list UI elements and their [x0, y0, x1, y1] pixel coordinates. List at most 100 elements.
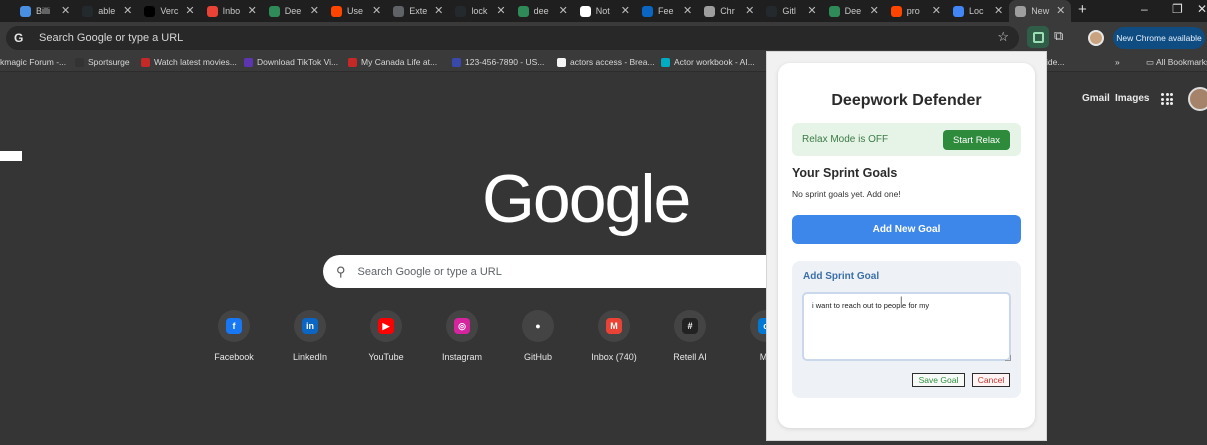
tab-label: Dee	[284, 6, 302, 16]
tab-close-icon[interactable]: ✕	[683, 4, 692, 17]
extensions-puzzle-icon[interactable]: ⧉	[1054, 28, 1063, 44]
tab-close-icon[interactable]: ✕	[870, 4, 879, 17]
tab[interactable]: Not ✕	[574, 0, 636, 22]
new-tab-button[interactable]: +	[1078, 1, 1087, 18]
gmail-link[interactable]: Gmail	[1082, 93, 1110, 104]
shortcut-tile[interactable]: ● GitHub	[500, 310, 576, 362]
textarea-resize-icon[interactable]	[1005, 355, 1011, 361]
all-bookmarks[interactable]: ▭ All Bookmarks	[1146, 57, 1207, 68]
bookmark-item[interactable]: My Canada Life at...	[348, 57, 437, 67]
tab[interactable]: Dee ✕	[823, 0, 885, 22]
start-relax-button[interactable]: Start Relax	[943, 130, 1010, 150]
tab-label: able	[98, 6, 116, 16]
tab-close-icon[interactable]: ✕	[559, 4, 568, 17]
tab[interactable]: Exte ✕	[387, 0, 449, 22]
shortcut-label: LinkedIn	[292, 352, 328, 362]
shortcut-tile[interactable]: ▶ YouTube	[348, 310, 424, 362]
shortcut-label: GitHub	[523, 352, 552, 362]
tab-close-icon[interactable]: ✕	[185, 4, 194, 17]
docs-icon	[953, 5, 964, 17]
tab-close-icon[interactable]: ✕	[61, 4, 70, 17]
bookmark-star-icon[interactable]: ☆	[997, 29, 1009, 45]
tab[interactable]: Verc ✕	[138, 0, 200, 22]
tab[interactable]: New ✕	[1009, 0, 1072, 22]
tab[interactable]: Inbo ✕	[201, 0, 263, 22]
bookmark-label: kmagic Forum -...	[0, 57, 67, 67]
tab[interactable]: pro ✕	[885, 0, 947, 22]
images-link[interactable]: Images	[1115, 93, 1149, 104]
minimize-icon[interactable]: –	[1141, 2, 1148, 16]
google-apps-icon[interactable]	[1161, 93, 1173, 105]
bookmark-overflow-item[interactable]: ide...	[1046, 57, 1064, 67]
github-icon	[82, 5, 94, 17]
shortcut-tile[interactable]: # Retell AI	[652, 310, 728, 362]
tab-label: Loc	[969, 6, 984, 16]
tab-close-icon[interactable]: ✕	[310, 4, 319, 17]
shortcut-label: Facebook	[214, 352, 254, 362]
tab[interactable]: Loc ✕	[947, 0, 1009, 22]
shortcut-tile[interactable]: f Facebook	[196, 310, 272, 362]
new-chrome-available-button[interactable]: New Chrome available	[1113, 27, 1205, 49]
tab[interactable]: Gitl ✕	[760, 0, 822, 22]
notion-icon	[579, 5, 591, 17]
bookmarks-chevron-icon[interactable]: »	[1115, 57, 1120, 67]
tab-close-icon[interactable]: ✕	[807, 4, 816, 17]
bookmark-item[interactable]: Watch latest movies...	[141, 57, 237, 67]
tab-close-icon[interactable]: ✕	[434, 4, 443, 17]
bookmark-item[interactable]: Download TikTok Vi...	[244, 57, 338, 67]
tab-close-icon[interactable]: ✕	[123, 4, 132, 17]
tab[interactable]: Billi ✕	[14, 0, 76, 22]
tab[interactable]: Fee ✕	[636, 0, 698, 22]
shortcut-tile[interactable]: M Inbox (740)	[576, 310, 652, 362]
bookmark-item[interactable]: 123-456-7890 - US...	[452, 57, 544, 67]
bookmark-favicon-icon	[75, 57, 84, 67]
sprint-goals-heading: Your Sprint Goals	[792, 166, 898, 180]
retell-icon: #	[682, 318, 698, 334]
tab-close-icon[interactable]: ✕	[745, 4, 754, 17]
tab-close-icon[interactable]: ✕	[932, 4, 941, 17]
cancel-button[interactable]: Cancel	[972, 373, 1010, 387]
save-goal-button[interactable]: Save Goal	[912, 373, 965, 387]
address-bar[interactable]: G Search Google or type a URL ☆	[6, 26, 1019, 50]
close-window-icon[interactable]: ✕	[1197, 2, 1207, 16]
profile-avatar[interactable]	[1088, 30, 1104, 46]
shortcut-tile[interactable]: in LinkedIn	[272, 310, 348, 362]
text-cursor-icon: I	[900, 295, 903, 305]
bookmark-item[interactable]: Actor workbook - AI...	[661, 57, 755, 67]
shortcut-icon-circle: ◎	[446, 310, 478, 342]
reddit-icon	[890, 5, 902, 17]
bookmark-item[interactable]: actors access - Brea...	[557, 57, 655, 67]
tab-close-icon[interactable]: ✕	[496, 4, 505, 17]
shortcut-tile[interactable]: ◎ Instagram	[424, 310, 500, 362]
tab-close-icon[interactable]: ✕	[1056, 4, 1065, 17]
tab[interactable]: dee ✕	[512, 0, 574, 22]
add-new-goal-button[interactable]: Add New Goal	[792, 215, 1021, 244]
tab-close-icon[interactable]: ✕	[248, 4, 257, 17]
tab-label: dee	[533, 6, 549, 16]
tab[interactable]: Use ✕	[325, 0, 387, 22]
goal-textarea[interactable]: i want to reach out to people for my	[802, 292, 1011, 361]
bookmark-label: actors access - Brea...	[570, 57, 655, 67]
restore-icon[interactable]: ❐	[1172, 2, 1183, 16]
account-avatar[interactable]	[1188, 87, 1207, 111]
tab-close-icon[interactable]: ✕	[372, 4, 381, 17]
tab[interactable]: lock ✕	[449, 0, 511, 22]
tab-label: Exte	[409, 6, 428, 16]
extension-green-icon	[828, 5, 840, 17]
tab-close-icon[interactable]: ✕	[994, 4, 1003, 17]
bookmark-item[interactable]: kmagic Forum -...	[0, 57, 66, 67]
chrome-logo-icon	[20, 5, 31, 17]
chrome-logo-icon	[704, 5, 716, 17]
tab[interactable]: Dee ✕	[263, 0, 325, 22]
tab-close-icon[interactable]: ✕	[621, 4, 630, 17]
tab[interactable]: Chr ✕	[698, 0, 760, 22]
shortcut-icon-circle: ●	[522, 310, 554, 342]
address-bar-placeholder: Search Google or type a URL	[39, 32, 184, 44]
bookmark-label: Actor workbook - AI...	[674, 57, 755, 67]
ntp-search-box[interactable]: ⚲ Search Google or type a URL	[323, 255, 793, 288]
deepwork-extension-icon[interactable]	[1027, 26, 1049, 48]
bookmark-item[interactable]: Sportsurge	[75, 57, 130, 67]
reddit-icon	[331, 5, 342, 17]
tab[interactable]: able ✕	[76, 0, 138, 22]
bookmark-favicon-icon	[348, 57, 357, 67]
